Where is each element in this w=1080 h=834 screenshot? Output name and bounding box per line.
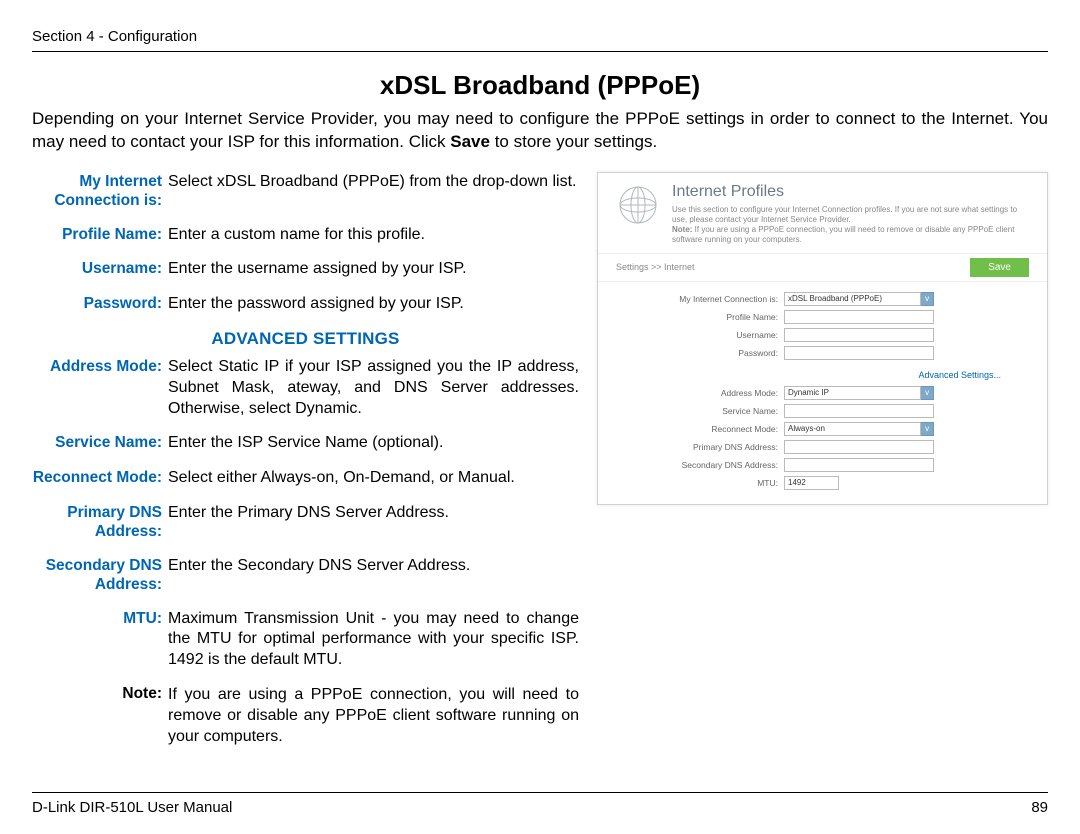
footer-page-number: 89 <box>1031 799 1048 816</box>
connection-select[interactable]: xDSL Broadband (PPPoE) <box>784 292 921 306</box>
breadcrumb[interactable]: Settings >> Internet <box>616 262 695 272</box>
intro-bold-save: Save <box>450 132 490 151</box>
intro-text-b: to store your settings. <box>490 132 657 151</box>
save-button[interactable]: Save <box>970 258 1029 277</box>
screenshot-desc: Use this section to configure your Inter… <box>672 205 1033 225</box>
note-label: Note: <box>32 685 168 747</box>
label-service-name: Service Name: <box>32 433 168 454</box>
address-mode-select[interactable]: Dynamic IP <box>784 386 921 400</box>
value-reconnect-mode: Select either Always-on, On-Demand, or M… <box>168 468 579 489</box>
value-address-mode: Select Static IP if your ISP assigned yo… <box>168 357 579 419</box>
label-profile-name: Profile Name: <box>32 225 168 246</box>
label-primary-dns: Primary DNS Address: <box>32 503 168 542</box>
screenshot-note-text: If you are using a PPPoE connection, you… <box>672 225 1014 244</box>
header-rule <box>32 51 1048 52</box>
primary-dns-input[interactable] <box>784 440 934 454</box>
footer-manual-name: D-Link DIR-510L User Manual <box>32 799 232 816</box>
label-secondary-dns: Secondary DNS Address: <box>32 556 168 595</box>
value-profile-name: Enter a custom name for this profile. <box>168 225 579 246</box>
mtu-input[interactable]: 1492 <box>784 476 839 490</box>
note-value: If you are using a PPPoE connection, you… <box>168 685 579 747</box>
advanced-settings-heading: ADVANCED SETTINGS <box>32 329 579 349</box>
shot-label-reconnect-mode: Reconnect Mode: <box>616 424 784 434</box>
label-address-mode: Address Mode: <box>32 357 168 419</box>
label-mtu: MTU: <box>32 609 168 671</box>
secondary-dns-input[interactable] <box>784 458 934 472</box>
chevron-down-icon[interactable]: v <box>921 422 934 436</box>
value-password: Enter the password assigned by your ISP. <box>168 294 579 315</box>
router-screenshot: Internet Profiles Use this section to co… <box>597 172 1048 505</box>
value-secondary-dns: Enter the Secondary DNS Server Address. <box>168 556 579 595</box>
value-service-name: Enter the ISP Service Name (optional). <box>168 433 579 454</box>
advanced-settings-link[interactable]: Advanced Settings... <box>616 364 1029 386</box>
reconnect-mode-select[interactable]: Always-on <box>784 422 921 436</box>
screenshot-title: Internet Profiles <box>672 183 1033 201</box>
shot-label-service-name: Service Name: <box>616 406 784 416</box>
shot-label-username: Username: <box>616 330 784 340</box>
screenshot-note: Note: If you are using a PPPoE connectio… <box>672 225 1033 245</box>
label-password: Password: <box>32 294 168 315</box>
shot-label-password: Password: <box>616 348 784 358</box>
header-section: Section 4 - Configuration <box>32 28 1048 45</box>
page-title: xDSL Broadband (PPPoE) <box>32 70 1048 101</box>
shot-label-primary-dns: Primary DNS Address: <box>616 442 784 452</box>
service-name-input[interactable] <box>784 404 934 418</box>
value-mtu: Maximum Transmission Unit - you may need… <box>168 609 579 671</box>
username-input[interactable] <box>784 328 934 342</box>
label-reconnect-mode: Reconnect Mode: <box>32 468 168 489</box>
value-my-internet-connection: Select xDSL Broadband (PPPoE) from the d… <box>168 172 579 211</box>
screenshot-note-bold: Note: <box>672 225 692 234</box>
shot-label-connection: My Internet Connection is: <box>616 294 784 304</box>
shot-label-profile: Profile Name: <box>616 312 784 322</box>
value-username: Enter the username assigned by your ISP. <box>168 259 579 280</box>
shot-label-mtu: MTU: <box>616 478 784 488</box>
chevron-down-icon[interactable]: v <box>921 292 934 306</box>
globe-icon <box>616 183 660 227</box>
shot-label-secondary-dns: Secondary DNS Address: <box>616 460 784 470</box>
label-username: Username: <box>32 259 168 280</box>
shot-label-address-mode: Address Mode: <box>616 388 784 398</box>
definition-list: My Internet Connection is: Select xDSL B… <box>32 172 579 747</box>
footer: D-Link DIR-510L User Manual 89 <box>32 792 1048 816</box>
password-input[interactable] <box>784 346 934 360</box>
chevron-down-icon[interactable]: v <box>921 386 934 400</box>
value-primary-dns: Enter the Primary DNS Server Address. <box>168 503 579 542</box>
intro-paragraph: Depending on your Internet Service Provi… <box>32 107 1048 154</box>
footer-rule <box>32 792 1048 793</box>
profile-name-input[interactable] <box>784 310 934 324</box>
label-my-internet-connection: My Internet Connection is: <box>32 172 168 211</box>
